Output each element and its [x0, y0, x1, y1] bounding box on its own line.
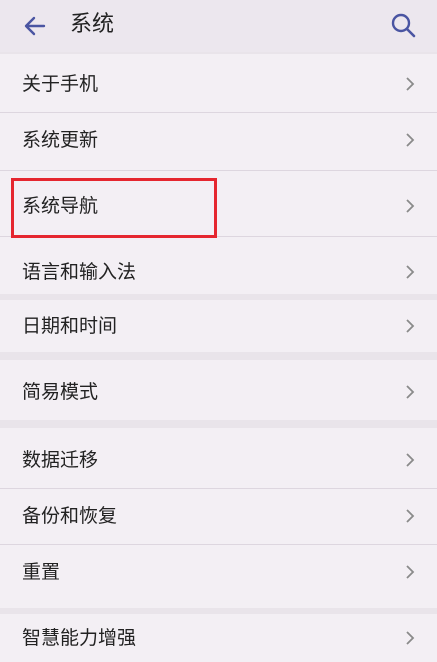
settings-item-smart-enhancement[interactable]: 智慧能力增强 — [0, 614, 437, 662]
chevron-right-icon — [406, 199, 415, 213]
chevron-right-icon — [406, 509, 415, 523]
chevron-right-icon — [406, 631, 415, 645]
settings-item-label: 备份和恢复 — [22, 505, 118, 527]
divider — [0, 170, 437, 171]
settings-item-label: 智慧能力增强 — [22, 627, 137, 649]
settings-item-label: 系统导航 — [22, 195, 99, 217]
arrow-left-icon[interactable] — [20, 11, 50, 41]
chevron-right-icon — [406, 133, 415, 147]
settings-item-label: 日期和时间 — [22, 315, 118, 337]
settings-item-reset[interactable]: 重置 — [0, 544, 437, 600]
page-title: 系统 — [70, 12, 115, 37]
search-icon[interactable] — [389, 11, 417, 39]
settings-item-label: 简易模式 — [22, 381, 99, 403]
settings-item-backup-restore[interactable]: 备份和恢复 — [0, 488, 437, 544]
settings-item-about-phone[interactable]: 关于手机 — [0, 56, 437, 112]
settings-item-label: 重置 — [22, 561, 61, 583]
settings-group-4: 数据迁移 备份和恢复 重置 — [0, 428, 437, 608]
chevron-right-icon — [406, 77, 415, 91]
settings-item-simple-mode[interactable]: 简易模式 — [0, 364, 437, 420]
settings-item-data-migration[interactable]: 数据迁移 — [0, 432, 437, 488]
settings-item-label: 数据迁移 — [22, 449, 99, 471]
chevron-right-icon — [406, 565, 415, 579]
divider — [0, 236, 437, 237]
chevron-right-icon — [406, 385, 415, 399]
chevron-right-icon — [406, 453, 415, 467]
settings-item-label: 系统更新 — [22, 129, 99, 151]
chevron-right-icon — [406, 319, 415, 333]
settings-group-2: 日期和时间 — [0, 300, 437, 352]
settings-item-system-navigation[interactable]: 系统导航 — [0, 178, 437, 234]
settings-group-3: 简易模式 — [0, 360, 437, 420]
settings-item-date-time[interactable]: 日期和时间 — [0, 300, 437, 352]
settings-group-5: 智慧能力增强 — [0, 614, 437, 662]
app-header: 系统 — [0, 0, 437, 52]
settings-group-1: 关于手机 系统更新 系统导航 语言和输入法 — [0, 54, 437, 294]
settings-item-label: 关于手机 — [22, 73, 99, 95]
settings-item-label: 语言和输入法 — [22, 261, 137, 283]
settings-item-language-input[interactable]: 语言和输入法 — [0, 244, 437, 300]
settings-item-system-update[interactable]: 系统更新 — [0, 112, 437, 168]
chevron-right-icon — [406, 265, 415, 279]
